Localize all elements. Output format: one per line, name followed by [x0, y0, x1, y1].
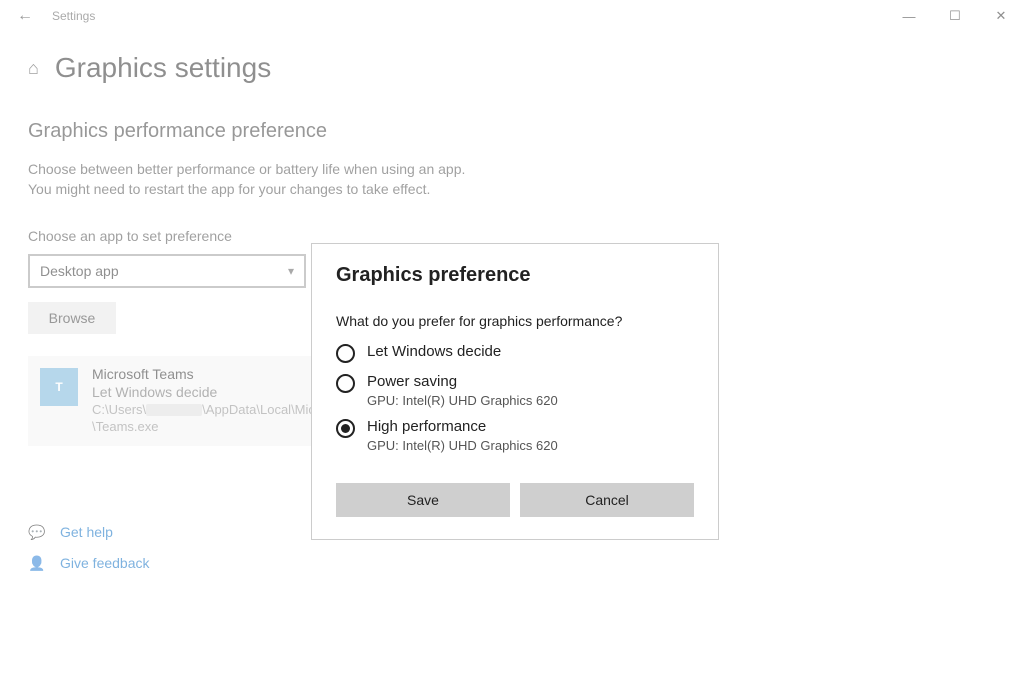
radio-label: Power saving	[367, 373, 558, 390]
radio-group: Let Windows decide Power saving GPU: Int…	[336, 343, 694, 453]
dialog-title: Graphics preference	[336, 264, 694, 287]
minimize-button[interactable]: —	[886, 0, 932, 32]
browse-button[interactable]: Browse	[28, 302, 116, 334]
radio-let-windows-decide[interactable]: Let Windows decide	[336, 343, 694, 363]
radio-icon	[336, 344, 355, 363]
dialog-question: What do you prefer for graphics performa…	[336, 313, 694, 329]
dropdown-value: Desktop app	[40, 263, 119, 279]
radio-icon	[336, 419, 355, 438]
window-title: Settings	[52, 9, 95, 23]
home-icon[interactable]: ⌂	[28, 58, 39, 79]
radio-power-saving[interactable]: Power saving GPU: Intel(R) UHD Graphics …	[336, 373, 694, 408]
app-name: Microsoft Teams	[92, 366, 315, 382]
cancel-button[interactable]: Cancel	[520, 483, 694, 517]
maximize-button[interactable]: ☐	[932, 0, 978, 32]
radio-gpu-label: GPU: Intel(R) UHD Graphics 620	[367, 438, 558, 453]
section-title: Graphics performance preference	[28, 120, 996, 143]
page-title: Graphics settings	[55, 52, 271, 84]
desc-line-2: You might need to restart the app for yo…	[28, 179, 996, 199]
back-arrow-icon: ←	[17, 7, 33, 25]
desc-line-1: Choose between better performance or bat…	[28, 159, 996, 179]
back-button[interactable]: ←	[6, 0, 44, 32]
app-type-dropdown[interactable]: Desktop app ▾	[28, 254, 306, 288]
radio-gpu-label: GPU: Intel(R) UHD Graphics 620	[367, 393, 558, 408]
section-description: Choose between better performance or bat…	[28, 159, 996, 200]
get-help-label: Get help	[60, 524, 113, 540]
radio-label: High performance	[367, 418, 558, 435]
redacted-username	[146, 404, 202, 416]
radio-label: Let Windows decide	[367, 343, 501, 360]
app-path-line2: \Teams.exe	[92, 419, 315, 434]
give-feedback-label: Give feedback	[60, 555, 150, 571]
app-path: C:\Users\\AppData\Local\Mic	[92, 402, 315, 417]
close-button[interactable]: ✕	[978, 0, 1024, 32]
radio-icon	[336, 374, 355, 393]
give-feedback-link[interactable]: 👤 Give feedback	[28, 555, 996, 572]
chat-icon: 💬	[28, 524, 46, 541]
radio-high-performance[interactable]: High performance GPU: Intel(R) UHD Graph…	[336, 418, 694, 453]
save-button[interactable]: Save	[336, 483, 510, 517]
feedback-icon: 👤	[28, 555, 46, 572]
app-current-pref: Let Windows decide	[92, 384, 315, 400]
choose-app-label: Choose an app to set preference	[28, 228, 996, 244]
titlebar: ← Settings	[0, 0, 1024, 32]
page-header: ⌂ Graphics settings	[28, 52, 996, 84]
graphics-preference-dialog: Graphics preference What do you prefer f…	[311, 243, 719, 540]
window-controls: — ☐ ✕	[886, 0, 1024, 32]
chevron-down-icon: ▾	[288, 264, 294, 278]
teams-app-icon: T	[40, 368, 78, 406]
